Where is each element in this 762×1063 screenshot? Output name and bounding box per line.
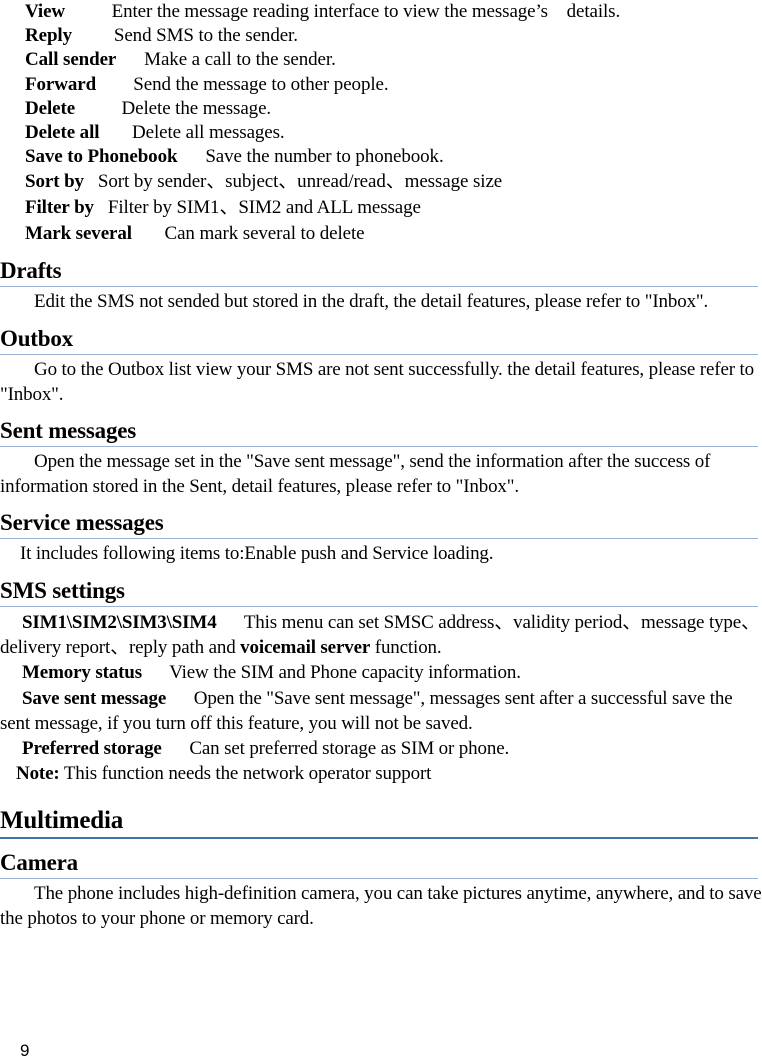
setting-description: This function needs the network operator… bbox=[63, 763, 432, 785]
section-heading-service-messages: Service messages bbox=[0, 508, 758, 540]
list-item: Reply Send SMS to the sender. bbox=[0, 24, 762, 48]
option-term: Reply bbox=[25, 25, 73, 47]
section-heading-camera: Camera bbox=[0, 848, 758, 880]
page-number: 9 bbox=[20, 1041, 30, 1060]
option-description: Save the number to phonebook. bbox=[205, 146, 444, 168]
option-description: Make a call to the sender. bbox=[144, 49, 336, 71]
section-body-sent-messages: Open the message set in the "Save sent m… bbox=[0, 451, 711, 497]
setting-term-sim: SIM1\SIM2\SIM3\SIM4 bbox=[22, 611, 217, 633]
setting-gap bbox=[162, 738, 190, 759]
setting-gap bbox=[142, 662, 169, 683]
option-term: Delete bbox=[25, 97, 76, 119]
setting-item-note: Note: This function needs the network op… bbox=[0, 761, 762, 786]
setting-item-preferred-storage: Preferred storage Can set preferred stor… bbox=[0, 736, 762, 761]
list-item: Delete all Delete all messages. bbox=[0, 121, 762, 145]
section-heading-outbox: Outbox bbox=[0, 324, 758, 356]
option-description: Delete the message. bbox=[121, 97, 272, 119]
list-item: Mark several Can mark several to delete bbox=[0, 221, 762, 247]
setting-description: Can set preferred storage as SIM or phon… bbox=[189, 738, 510, 759]
setting-item-memory-status: Memory status View the SIM and Phone cap… bbox=[0, 660, 762, 685]
setting-description-emphasis: voicemail server bbox=[240, 637, 371, 659]
setting-term-note: Note: bbox=[16, 763, 60, 785]
option-gap bbox=[72, 25, 114, 46]
option-term: Filter by bbox=[25, 197, 94, 219]
option-gap bbox=[132, 223, 165, 244]
section-body-drafts: Edit the SMS not sended but stored in th… bbox=[34, 291, 709, 313]
option-description: Send the message to other people. bbox=[133, 73, 389, 95]
section-body-outbox: Go to the Outbox list view your SMS are … bbox=[0, 359, 754, 405]
option-gap bbox=[65, 1, 112, 22]
list-item: Delete Delete the message. bbox=[0, 97, 762, 121]
section-heading-sent-messages: Sent messages bbox=[0, 416, 758, 448]
option-gap bbox=[75, 98, 122, 119]
option-term: Delete all bbox=[25, 122, 100, 144]
setting-description-part2: function. bbox=[370, 637, 442, 659]
section-heading-drafts: Drafts bbox=[0, 256, 758, 288]
option-term: Save to Phonebook bbox=[25, 146, 178, 168]
setting-description: View the SIM and Phone capacity informat… bbox=[169, 662, 521, 684]
list-item: Forward Send the message to other people… bbox=[0, 73, 762, 97]
option-description: Send SMS to the sender. bbox=[113, 25, 298, 47]
option-gap bbox=[96, 74, 133, 95]
section-heading-sms-settings: SMS settings bbox=[0, 576, 758, 607]
setting-item-save-sent-message: Save sent message Open the "Save sent me… bbox=[0, 686, 762, 736]
setting-item-sim: SIM1\SIM2\SIM3\SIM4 This menu can set SM… bbox=[0, 610, 762, 660]
option-description: Delete all messages. bbox=[132, 122, 285, 144]
option-gap bbox=[177, 146, 205, 167]
option-description: Enter the message reading interface to v… bbox=[111, 1, 621, 22]
chapter-heading-multimedia: Multimedia bbox=[0, 805, 758, 840]
setting-term-preferred-storage: Preferred storage bbox=[22, 738, 162, 759]
list-item: Filter by Filter by SIM1、SIM2 and ALL me… bbox=[0, 195, 762, 221]
list-item: Sort by Sort by sender、subject、unread/re… bbox=[0, 169, 762, 195]
option-term: Sort by bbox=[25, 171, 84, 193]
option-gap bbox=[116, 49, 144, 70]
list-item: Save to Phonebook Save the number to pho… bbox=[0, 145, 762, 169]
section-body-service-messages: It includes following items to:Enable pu… bbox=[20, 543, 494, 565]
option-term: Call sender bbox=[25, 49, 117, 71]
sms-settings-list: SIM1\SIM2\SIM3\SIM4 This menu can set SM… bbox=[0, 610, 762, 786]
setting-term-memory-status: Memory status bbox=[22, 662, 142, 684]
list-item: View Enter the message reading interface… bbox=[0, 0, 762, 24]
option-gap bbox=[99, 122, 132, 143]
option-gap bbox=[94, 197, 108, 218]
option-term: Forward bbox=[25, 73, 97, 95]
option-term: View bbox=[25, 1, 66, 22]
option-description: Filter by SIM1、SIM2 and ALL message bbox=[107, 197, 421, 219]
setting-gap bbox=[217, 612, 244, 633]
setting-gap bbox=[166, 688, 194, 709]
option-description: Sort by sender、subject、unread/read、messa… bbox=[97, 171, 503, 193]
section-body-camera: The phone includes high-definition camer… bbox=[0, 883, 762, 929]
document-page: View Enter the message reading interface… bbox=[0, 0, 762, 1063]
option-gap bbox=[84, 171, 98, 192]
inbox-options-list: View Enter the message reading interface… bbox=[0, 0, 762, 247]
setting-term-save-sent-message: Save sent message bbox=[22, 687, 167, 709]
list-item: Call sender Make a call to the sender. bbox=[0, 48, 762, 72]
option-description: Can mark several to delete bbox=[164, 223, 365, 245]
option-term: Mark several bbox=[25, 223, 132, 245]
